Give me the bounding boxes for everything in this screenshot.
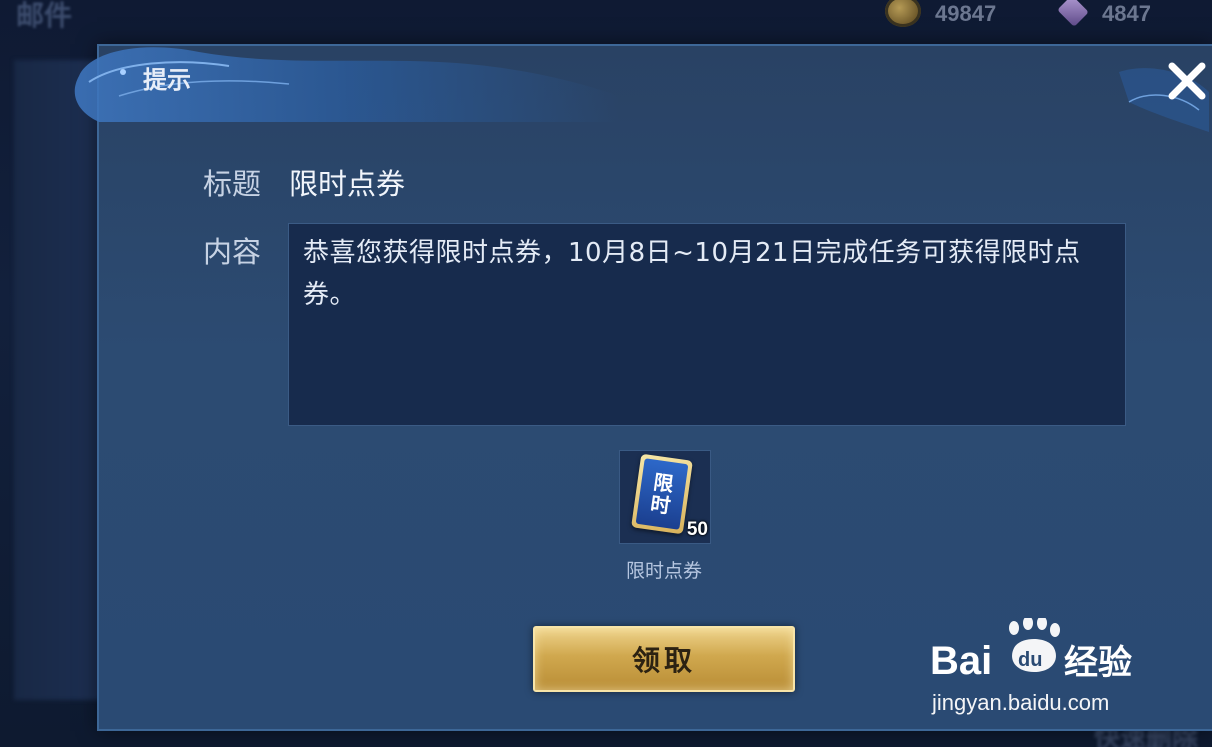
baidu-logo-icon: Bai du 经验 — [930, 616, 1132, 683]
coupon-glyph-bottom: 时 — [648, 491, 673, 519]
limited-coupon-icon: 限 时 — [631, 453, 693, 535]
gem-balance: 4847 — [1057, 0, 1151, 28]
gem-icon — [1057, 0, 1089, 27]
watermark-url: jingyan.baidu.com — [932, 690, 1110, 715]
background-screen-title: 邮件 — [16, 0, 73, 32]
svg-text:Bai: Bai — [930, 639, 992, 683]
gem-amount: 4847 — [1102, 1, 1151, 26]
reward-item-slot[interactable]: 限 时 50 — [619, 450, 711, 544]
svg-text:经验: 经验 — [1064, 643, 1132, 683]
coin-balance: 49847 — [885, 0, 996, 28]
background-sidebar — [14, 60, 104, 700]
dialog-title: 提示 — [143, 66, 191, 94]
close-button[interactable] — [1160, 54, 1212, 108]
subject-label: 标题 — [203, 167, 262, 201]
dialog-header-ornament — [74, 47, 1209, 132]
coin-icon — [885, 0, 921, 27]
reward-name: 限时点券 — [625, 560, 702, 582]
subject-value: 限时点券 — [289, 167, 406, 201]
content-box: 恭喜您获得限时点券，10月8日~10月21日完成任务可获得限时点券。 — [288, 223, 1126, 426]
coin-amount: 49847 — [935, 1, 997, 26]
close-icon — [1168, 62, 1206, 100]
svg-text:du: du — [1018, 649, 1042, 671]
content-label: 内容 — [203, 235, 262, 269]
baidu-jingyan-watermark: Bai du 经验 jingyan.baidu.com — [928, 616, 1158, 728]
reward-count: 50 — [686, 519, 708, 540]
claim-button[interactable]: 领取 — [533, 626, 795, 692]
